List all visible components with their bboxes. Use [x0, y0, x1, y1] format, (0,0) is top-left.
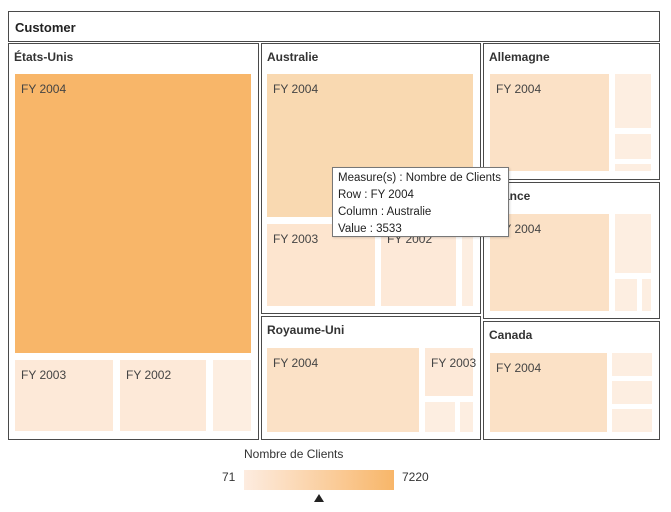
cell-fr-other-1[interactable] — [615, 214, 651, 273]
cell-ca-other-1[interactable] — [612, 353, 652, 376]
legend-pointer-icon — [314, 494, 324, 502]
group-label-allemagne: Allemagne — [489, 50, 550, 64]
cell-ca-other-2[interactable] — [612, 381, 652, 404]
cell-label: FY 2004 — [273, 356, 319, 370]
tooltip-row: Row : FY 2004 — [338, 189, 414, 201]
group-allemagne[interactable]: Allemagne FY 2004 — [483, 43, 660, 180]
tooltip-measure: Measure(s) : Nombre de Clients — [338, 172, 501, 184]
group-label-royaume-uni: Royaume-Uni — [267, 323, 345, 337]
group-label-australie: Australie — [267, 50, 319, 64]
group-france[interactable]: ance FY 2004 — [483, 182, 660, 319]
group-royaume-uni[interactable]: Royaume-Uni FY 2004 FY 2003 — [261, 316, 481, 440]
legend-min-value: 71 — [222, 470, 236, 484]
cell-de-fy2004[interactable]: FY 2004 — [490, 74, 609, 171]
group-etats-unis[interactable]: États-Unis FY 2004 FY 2003 FY 2002 — [8, 43, 259, 440]
cell-ca-other-3[interactable] — [612, 409, 652, 432]
cell-ca-fy2004[interactable]: FY 2004 — [490, 353, 607, 432]
cell-label: FY 2004 — [496, 361, 542, 375]
group-canada[interactable]: Canada FY 2004 — [483, 321, 660, 440]
cell-us-other[interactable] — [213, 360, 251, 431]
legend-title: Nombre de Clients — [244, 447, 344, 461]
cell-label: FY 2003 — [21, 368, 67, 382]
treemap-header: Customer — [8, 11, 660, 42]
tooltip-value: Value : 3533 — [338, 223, 402, 235]
cell-us-fy2003[interactable]: FY 2003 — [15, 360, 113, 431]
cell-label: FY 2004 — [496, 82, 542, 96]
legend-max-value: 7220 — [402, 470, 429, 484]
group-label-etats-unis: États-Unis — [14, 50, 74, 64]
cell-de-other-2[interactable] — [615, 134, 651, 159]
cell-de-other-3[interactable] — [615, 164, 651, 171]
treemap-title: Customer — [15, 20, 76, 35]
cell-uk-other-1[interactable] — [425, 402, 455, 432]
tooltip-column: Column : Australie — [338, 206, 432, 218]
cell-label: FY 2003 — [431, 356, 477, 370]
cell-fr-other-3[interactable] — [642, 279, 651, 311]
cell-label: FY 2004 — [273, 82, 319, 96]
tooltip: Measure(s) : Nombre de Clients Row : FY … — [332, 167, 509, 237]
cell-uk-other-2[interactable] — [460, 402, 473, 432]
cell-us-fy2004[interactable]: FY 2004 — [15, 74, 251, 353]
group-label-canada: Canada — [489, 328, 533, 342]
cell-label: FY 2004 — [21, 82, 67, 96]
cell-label: FY 2003 — [273, 232, 319, 246]
legend-gradient-bar — [244, 470, 394, 490]
cell-label: FY 2002 — [126, 368, 172, 382]
cell-fr-other-2[interactable] — [615, 279, 637, 311]
cell-us-fy2002[interactable]: FY 2002 — [120, 360, 206, 431]
cell-uk-fy2003[interactable]: FY 2003 — [425, 348, 477, 396]
cell-uk-fy2004[interactable]: FY 2004 — [267, 348, 419, 432]
cell-de-other-1[interactable] — [615, 74, 651, 128]
